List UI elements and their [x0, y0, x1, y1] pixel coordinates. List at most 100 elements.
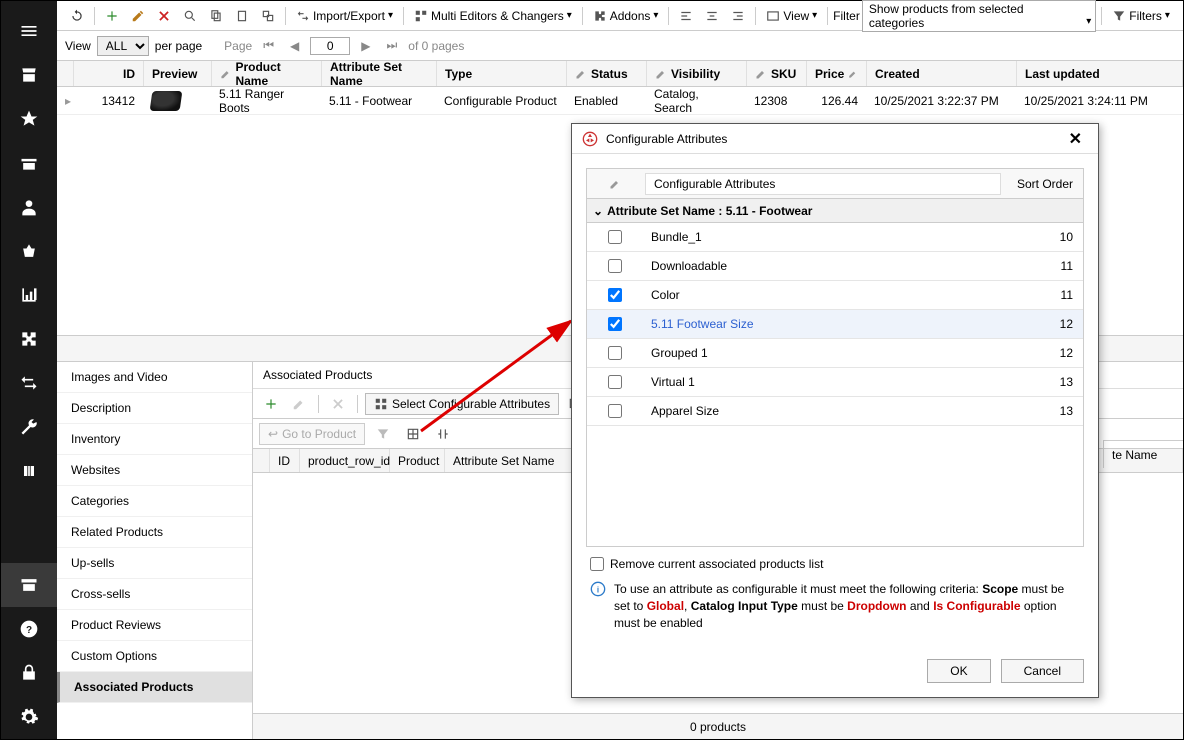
gear-icon[interactable] — [1, 695, 57, 739]
tab-upsells[interactable]: Up-sells — [57, 548, 252, 579]
attr-checkbox[interactable] — [608, 259, 622, 273]
tab-description[interactable]: Description — [57, 393, 252, 424]
tab-crosssells[interactable]: Cross-sells — [57, 579, 252, 610]
tab-custom-options[interactable]: Custom Options — [57, 641, 252, 672]
col-id[interactable]: ID — [74, 61, 144, 86]
attr-row[interactable]: Bundle_1 10 — [587, 223, 1083, 252]
prev-page-button[interactable]: ◀ — [285, 36, 304, 56]
search-button[interactable] — [178, 6, 202, 26]
lock-icon[interactable] — [1, 651, 57, 695]
next-page-button[interactable]: ▶ — [356, 36, 375, 56]
col-visibility[interactable]: Visibility — [647, 61, 747, 86]
attr-sort: 13 — [1033, 375, 1083, 389]
box-icon[interactable] — [1, 141, 57, 185]
duplicate-button[interactable] — [256, 6, 280, 26]
attr-checkbox[interactable] — [608, 346, 622, 360]
attr-checkbox[interactable] — [608, 375, 622, 389]
tab-websites[interactable]: Websites — [57, 455, 252, 486]
select-configurable-button[interactable]: Select Configurable Attributes — [365, 393, 559, 415]
edit-button[interactable] — [126, 6, 150, 26]
grid-icon-1[interactable] — [401, 424, 425, 444]
attr-header-sort[interactable]: Sort Order — [1003, 177, 1083, 191]
transfer-icon[interactable] — [1, 361, 57, 405]
col-price[interactable]: Price — [807, 61, 867, 86]
split-icon[interactable] — [431, 424, 455, 444]
col-type[interactable]: Type — [437, 61, 567, 86]
paste-button[interactable] — [230, 6, 254, 26]
assoc-col-rowid[interactable]: product_row_id — [300, 449, 390, 472]
align-left-button[interactable] — [674, 6, 698, 26]
col-product-name[interactable]: Product Name — [212, 61, 322, 86]
last-page-button[interactable]: ⏭ — [381, 35, 402, 56]
filters-dropdown[interactable]: Filters — [1107, 6, 1175, 26]
filter-icon[interactable] — [371, 424, 395, 444]
col-sku[interactable]: SKU — [747, 61, 807, 86]
attr-row[interactable]: Virtual 1 13 — [587, 368, 1083, 397]
attr-row[interactable]: Grouped 1 12 — [587, 339, 1083, 368]
col-attr-set[interactable]: Attribute Set Name — [322, 61, 437, 86]
attr-row[interactable]: Apparel Size 13 — [587, 397, 1083, 426]
assoc-add-button[interactable] — [259, 394, 283, 414]
assoc-col-id[interactable]: ID — [270, 449, 300, 472]
attr-checkbox[interactable] — [608, 288, 622, 302]
menu-icon[interactable] — [1, 9, 57, 53]
star-icon[interactable] — [1, 97, 57, 141]
align-center-button[interactable] — [700, 6, 724, 26]
refresh-button[interactable] — [65, 6, 89, 26]
attr-sort: 11 — [1033, 288, 1083, 302]
copy-button[interactable] — [204, 6, 228, 26]
addons-dropdown[interactable]: Addons — [588, 6, 664, 26]
attr-row[interactable]: 5.11 Footwear Size 12 — [587, 310, 1083, 339]
dialog-titlebar: Configurable Attributes ✕ — [572, 124, 1098, 154]
align-right-button[interactable] — [726, 6, 750, 26]
store-icon[interactable] — [1, 53, 57, 97]
info-message: i To use an attribute as configurable it… — [586, 577, 1084, 635]
import-export-dropdown[interactable]: Import/Export — [291, 6, 398, 26]
basket-icon[interactable] — [1, 229, 57, 273]
tab-inventory[interactable]: Inventory — [57, 424, 252, 455]
tab-reviews[interactable]: Product Reviews — [57, 610, 252, 641]
tab-categories[interactable]: Categories — [57, 486, 252, 517]
add-button[interactable] — [100, 6, 124, 26]
help-icon[interactable]: ? — [1, 607, 57, 651]
chart-icon[interactable] — [1, 273, 57, 317]
archive-icon[interactable] — [1, 563, 57, 607]
wrench-icon[interactable] — [1, 405, 57, 449]
ok-button[interactable]: OK — [927, 659, 990, 683]
tab-related[interactable]: Related Products — [57, 517, 252, 548]
first-page-button[interactable]: ⏮ — [258, 35, 279, 56]
svg-text:?: ? — [26, 625, 32, 636]
filter-dropdown[interactable]: Show products from selected categories — [862, 0, 1096, 32]
view-dropdown[interactable]: View — [761, 6, 822, 26]
assoc-col-product[interactable]: Product — [390, 449, 445, 472]
col-preview[interactable]: Preview — [144, 61, 212, 86]
per-page-select[interactable]: ALL — [97, 36, 149, 56]
attr-checkbox[interactable] — [608, 317, 622, 331]
table-row[interactable]: ▸ 13412 5.11 Ranger Boots 5.11 - Footwea… — [57, 87, 1183, 115]
tab-images[interactable]: Images and Video — [57, 362, 252, 393]
multi-editors-dropdown[interactable]: Multi Editors & Changers — [409, 6, 577, 26]
assoc-delete-button[interactable] — [326, 394, 350, 414]
col-updated[interactable]: Last updated — [1017, 61, 1183, 86]
configurable-attributes-dialog: Configurable Attributes ✕ Configurable A… — [571, 123, 1099, 698]
user-icon[interactable] — [1, 185, 57, 229]
attr-checkbox[interactable] — [608, 404, 622, 418]
attr-row[interactable]: Downloadable 11 — [587, 252, 1083, 281]
puzzle-icon[interactable] — [1, 317, 57, 361]
page-input[interactable] — [310, 37, 350, 55]
tab-associated[interactable]: Associated Products — [57, 672, 252, 703]
remove-products-checkbox[interactable] — [590, 557, 604, 571]
attr-checkbox[interactable] — [608, 230, 622, 244]
col-created[interactable]: Created — [867, 61, 1017, 86]
assoc-edit-button[interactable] — [287, 394, 311, 414]
delete-button[interactable] — [152, 6, 176, 26]
attr-row[interactable]: Color 11 — [587, 281, 1083, 310]
attr-group-header[interactable]: ⌄Attribute Set Name : 5.11 - Footwear — [587, 199, 1083, 223]
attr-sort: 12 — [1033, 317, 1083, 331]
dialog-close-button[interactable]: ✕ — [1063, 127, 1088, 151]
attr-name: 5.11 Footwear Size — [643, 317, 1033, 331]
col-status[interactable]: Status — [567, 61, 647, 86]
cancel-button[interactable]: Cancel — [1001, 659, 1084, 683]
layers-icon[interactable] — [1, 449, 57, 493]
goto-product-button[interactable]: ↩Go to Product — [259, 423, 365, 445]
